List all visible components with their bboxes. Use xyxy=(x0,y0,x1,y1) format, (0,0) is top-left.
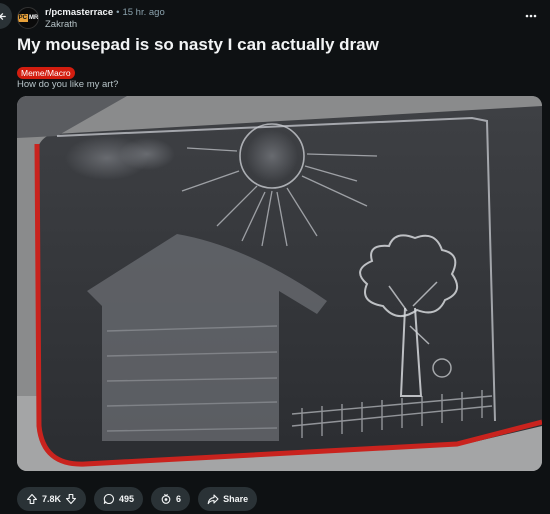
vote-count: 7.8K xyxy=(42,494,62,504)
meta-separator: • xyxy=(116,7,120,18)
share-label: Share xyxy=(223,494,249,504)
vote-control: 7.8K xyxy=(17,487,87,511)
post-flair[interactable]: Meme/Macro xyxy=(17,67,75,79)
subreddit-link[interactable]: r/pcmasterrace xyxy=(45,7,113,18)
post-time: 15 hr. ago xyxy=(122,7,165,18)
subreddit-avatar[interactable]: PC MR xyxy=(17,7,39,29)
award-count: 6 xyxy=(176,494,182,504)
post-body: How do you like my art? xyxy=(17,79,119,90)
award-button[interactable]: 6 xyxy=(151,487,191,511)
mousepad-drawing-image xyxy=(17,96,542,471)
arrow-left-icon xyxy=(0,12,6,20)
post-header: PC MR r/pcmasterrace • 15 hr. ago Zakrath xyxy=(17,6,540,32)
avatar-logo-mr: MR xyxy=(29,15,39,21)
share-button[interactable]: Share xyxy=(198,487,258,511)
downvote-arrow-icon[interactable] xyxy=(65,493,77,505)
more-options-button[interactable] xyxy=(522,8,540,24)
post-title[interactable]: My mousepad is so nasty I can actually d… xyxy=(17,35,379,55)
post-actions: 7.8K 495 6 Share xyxy=(17,487,258,511)
author-link[interactable]: Zakrath xyxy=(45,19,77,30)
share-arrow-icon xyxy=(207,494,219,505)
back-button[interactable] xyxy=(0,3,12,29)
upvote-arrow-icon[interactable] xyxy=(26,493,38,505)
avatar-logo-pc: PC xyxy=(18,14,28,22)
post-image[interactable] xyxy=(17,96,542,471)
award-icon xyxy=(161,493,171,504)
comment-count: 495 xyxy=(119,494,135,504)
post-meta: r/pcmasterrace • 15 hr. ago xyxy=(45,7,165,18)
comments-button[interactable]: 495 xyxy=(94,487,144,511)
more-horizontal-icon xyxy=(525,14,537,18)
comment-bubble-icon xyxy=(103,493,114,505)
